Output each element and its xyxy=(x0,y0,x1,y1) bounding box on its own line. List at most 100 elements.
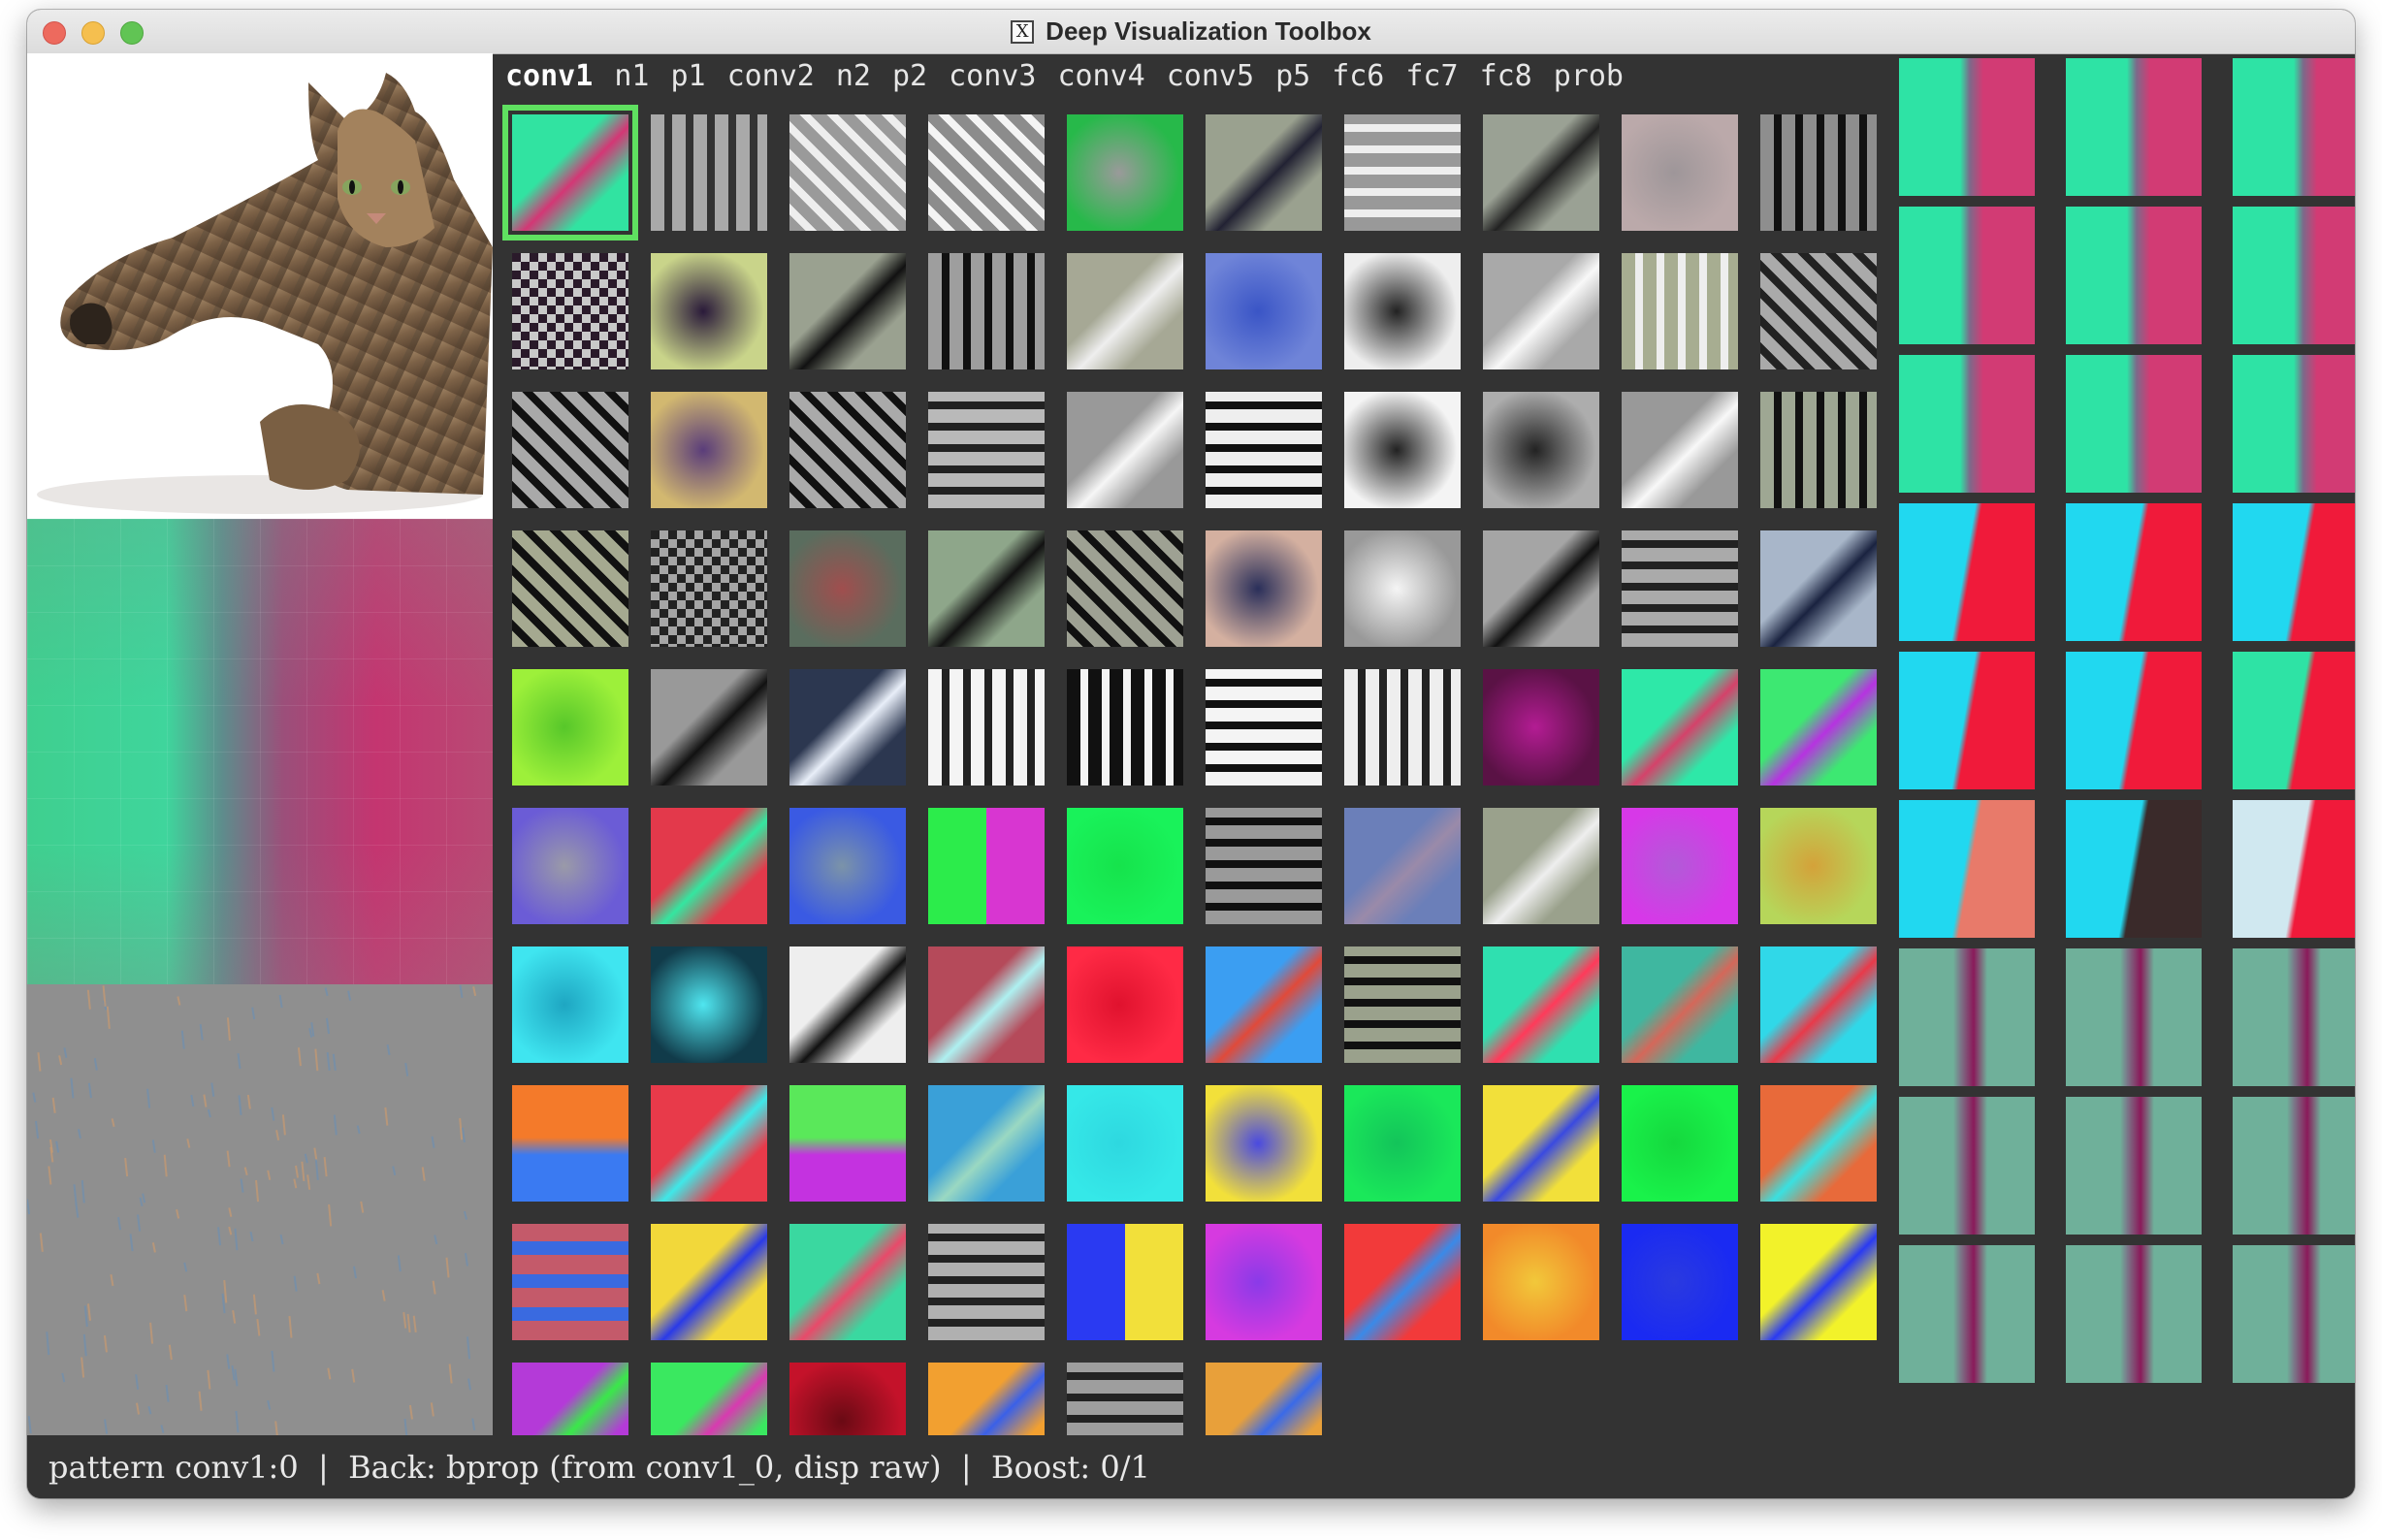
filter-unit-56[interactable] xyxy=(1344,808,1461,924)
top-activation-18[interactable] xyxy=(1899,948,2035,1086)
filter-unit-48[interactable] xyxy=(1622,669,1738,786)
filter-unit-64[interactable] xyxy=(1067,946,1183,1063)
filter-unit-8[interactable] xyxy=(1622,114,1738,231)
layer-tab-p1[interactable]: p1 xyxy=(660,59,716,93)
top-activation-7[interactable] xyxy=(2066,355,2202,493)
filter-unit-71[interactable] xyxy=(651,1085,767,1202)
top-activation-13[interactable] xyxy=(2066,652,2202,789)
filter-unit-27[interactable] xyxy=(1483,392,1599,508)
filter-unit-59[interactable] xyxy=(1760,808,1877,924)
filter-unit-80[interactable] xyxy=(512,1224,628,1340)
top-activation-26[interactable] xyxy=(2233,1245,2355,1383)
filter-unit-31[interactable] xyxy=(651,530,767,647)
filter-unit-61[interactable] xyxy=(651,946,767,1063)
filter-unit-14[interactable] xyxy=(1067,253,1183,369)
filter-unit-22[interactable] xyxy=(789,392,906,508)
filter-unit-45[interactable] xyxy=(1206,669,1322,786)
top-activation-10[interactable] xyxy=(2066,503,2202,641)
filter-unit-2[interactable] xyxy=(789,114,906,231)
filter-unit-7[interactable] xyxy=(1483,114,1599,231)
top-activation-11[interactable] xyxy=(2233,503,2355,641)
filter-unit-47[interactable] xyxy=(1483,669,1599,786)
filter-unit-44[interactable] xyxy=(1067,669,1183,786)
filter-unit-38[interactable] xyxy=(1622,530,1738,647)
top-activation-14[interactable] xyxy=(2233,652,2355,789)
filter-unit-72[interactable] xyxy=(789,1085,906,1202)
filter-unit-42[interactable] xyxy=(789,669,906,786)
filter-unit-62[interactable] xyxy=(789,946,906,1063)
filter-unit-0[interactable] xyxy=(502,105,638,241)
top-activation-0[interactable] xyxy=(1899,58,2035,196)
filter-unit-18[interactable] xyxy=(1622,253,1738,369)
filter-unit-19[interactable] xyxy=(1760,253,1877,369)
top-activation-24[interactable] xyxy=(1899,1245,2035,1383)
top-activation-16[interactable] xyxy=(2066,800,2202,938)
top-activation-5[interactable] xyxy=(2233,207,2355,344)
top-activation-20[interactable] xyxy=(2233,948,2355,1086)
filter-unit-46[interactable] xyxy=(1344,669,1461,786)
filter-unit-78[interactable] xyxy=(1622,1085,1738,1202)
layer-tab-fc6[interactable]: fc6 xyxy=(1321,59,1395,93)
top-activation-12[interactable] xyxy=(1899,652,2035,789)
filter-unit-79[interactable] xyxy=(1760,1085,1877,1202)
filter-unit-36[interactable] xyxy=(1344,530,1461,647)
top-activation-17[interactable] xyxy=(2233,800,2355,938)
filter-unit-86[interactable] xyxy=(1344,1224,1461,1340)
filter-unit-49[interactable] xyxy=(1760,669,1877,786)
top-activation-1[interactable] xyxy=(2066,58,2202,196)
filter-unit-24[interactable] xyxy=(1067,392,1183,508)
layer-tab-n2[interactable]: n2 xyxy=(825,59,882,93)
top-activation-6[interactable] xyxy=(1899,355,2035,493)
top-activation-23[interactable] xyxy=(2233,1097,2355,1235)
layer-tab-p5[interactable]: p5 xyxy=(1265,59,1321,93)
layer-tab-conv4[interactable]: conv4 xyxy=(1046,59,1155,93)
filter-unit-81[interactable] xyxy=(651,1224,767,1340)
filter-unit-37[interactable] xyxy=(1483,530,1599,647)
filter-unit-75[interactable] xyxy=(1206,1085,1322,1202)
input-image-panel[interactable] xyxy=(27,53,493,519)
filter-unit-30[interactable] xyxy=(512,530,628,647)
top-activation-21[interactable] xyxy=(1899,1097,2035,1235)
layer-tab-fc8[interactable]: fc8 xyxy=(1469,59,1543,93)
layer-tab-conv2[interactable]: conv2 xyxy=(717,59,825,93)
filter-unit-70[interactable] xyxy=(512,1085,628,1202)
filter-unit-60[interactable] xyxy=(512,946,628,1063)
filter-unit-9[interactable] xyxy=(1760,114,1877,231)
filter-unit-87[interactable] xyxy=(1483,1224,1599,1340)
filter-unit-10[interactable] xyxy=(512,253,628,369)
filter-unit-17[interactable] xyxy=(1483,253,1599,369)
filter-unit-41[interactable] xyxy=(651,669,767,786)
filter-unit-11[interactable] xyxy=(651,253,767,369)
filter-unit-43[interactable] xyxy=(928,669,1045,786)
filter-unit-66[interactable] xyxy=(1344,946,1461,1063)
filter-unit-50[interactable] xyxy=(512,808,628,924)
filter-unit-20[interactable] xyxy=(512,392,628,508)
filter-unit-68[interactable] xyxy=(1622,946,1738,1063)
filter-unit-6[interactable] xyxy=(1344,114,1461,231)
top-activation-3[interactable] xyxy=(1899,207,2035,344)
layer-tab-fc7[interactable]: fc7 xyxy=(1395,59,1468,93)
layer-tab-p2[interactable]: p2 xyxy=(882,59,938,93)
filter-unit-88[interactable] xyxy=(1622,1224,1738,1340)
filter-unit-74[interactable] xyxy=(1067,1085,1183,1202)
filter-unit-65[interactable] xyxy=(1206,946,1322,1063)
filter-unit-54[interactable] xyxy=(1067,808,1183,924)
layer-tab-conv3[interactable]: conv3 xyxy=(938,59,1046,93)
top-activation-2[interactable] xyxy=(2233,58,2355,196)
filter-unit-39[interactable] xyxy=(1760,530,1877,647)
top-activation-25[interactable] xyxy=(2066,1245,2202,1383)
filter-unit-29[interactable] xyxy=(1760,392,1877,508)
filter-unit-63[interactable] xyxy=(928,946,1045,1063)
filter-unit-4[interactable] xyxy=(1067,114,1183,231)
filter-unit-58[interactable] xyxy=(1622,808,1738,924)
filter-unit-25[interactable] xyxy=(1206,392,1322,508)
filter-unit-57[interactable] xyxy=(1483,808,1599,924)
filter-unit-69[interactable] xyxy=(1760,946,1877,1063)
filter-unit-73[interactable] xyxy=(928,1085,1045,1202)
filter-unit-76[interactable] xyxy=(1344,1085,1461,1202)
filter-unit-12[interactable] xyxy=(789,253,906,369)
filter-unit-21[interactable] xyxy=(651,392,767,508)
filter-unit-16[interactable] xyxy=(1344,253,1461,369)
filter-unit-89[interactable] xyxy=(1760,1224,1877,1340)
filter-unit-33[interactable] xyxy=(928,530,1045,647)
